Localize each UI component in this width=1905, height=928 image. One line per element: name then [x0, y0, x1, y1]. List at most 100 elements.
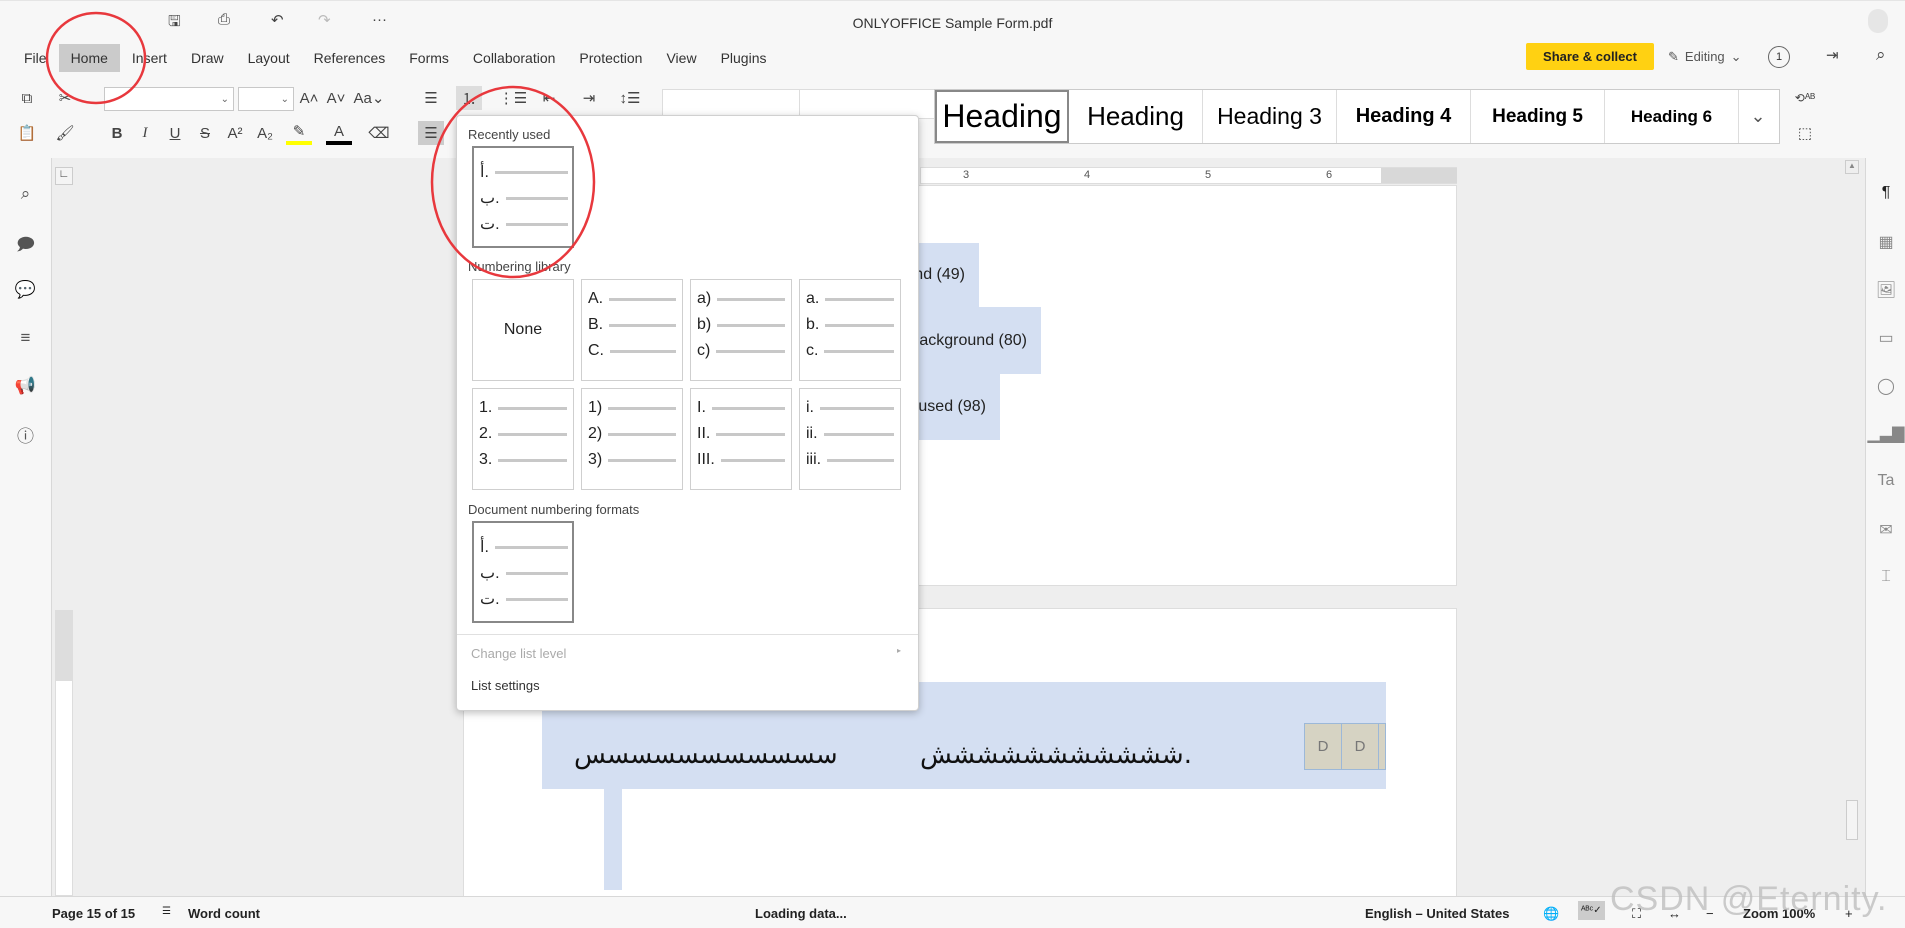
change-list-level-item[interactable]: Change list level	[471, 646, 566, 661]
open-location-icon[interactable]: ⇥	[1826, 46, 1839, 64]
field-cell: D	[1342, 724, 1379, 769]
scroll-up-icon[interactable]: ▲	[1845, 160, 1859, 174]
strikethrough-icon[interactable]: S	[192, 121, 218, 145]
tab-file[interactable]: File	[12, 44, 59, 72]
tab-forms[interactable]: Forms	[397, 44, 461, 72]
select-all-icon[interactable]: ⬚	[1792, 121, 1818, 145]
title-bar: ONLYOFFICE Sample Form.pdf 🖫 ⎙ ↶ ↷ ···	[0, 0, 1905, 44]
chart-settings-icon[interactable]: ▁▃▇	[1866, 424, 1905, 444]
number-label: ت.	[480, 216, 500, 233]
style-heading-2[interactable]: Heading	[1069, 90, 1203, 143]
number-label: 2.	[479, 425, 493, 442]
numbering-format[interactable]: A. B. C.	[581, 279, 683, 381]
feedback-icon[interactable]: 📢	[0, 376, 51, 396]
tab-view[interactable]: View	[654, 44, 708, 72]
recent-numbering-arabic[interactable]: أ. ب. ت.	[472, 146, 574, 248]
style-heading-4[interactable]: Heading 4	[1337, 90, 1471, 143]
clear-style-icon[interactable]: ⌫	[366, 121, 392, 145]
font-color-icon[interactable]: A	[326, 121, 352, 145]
tab-collaboration[interactable]: Collaboration	[461, 44, 568, 72]
navigation-icon[interactable]: ≡	[0, 328, 51, 348]
numbering-icon[interactable]: ⒈	[456, 86, 482, 110]
share-collect-button[interactable]: Share & collect	[1526, 43, 1654, 70]
textart-settings-icon[interactable]: Ta	[1866, 472, 1905, 490]
style-gallery-expand-icon[interactable]: ⌄	[1739, 90, 1777, 143]
paragraph-settings-icon[interactable]: ¶	[1866, 184, 1905, 202]
increase-font-icon[interactable]: A˄	[296, 86, 322, 110]
form-field[interactable]: D D	[1304, 723, 1386, 770]
field-cell: D	[1305, 724, 1342, 769]
comments-icon[interactable]: 🗩	[0, 232, 51, 261]
bullets-icon[interactable]: ☰	[418, 86, 444, 110]
word-count-button[interactable]: Word count	[188, 906, 260, 921]
style-heading-6[interactable]: Heading 6	[1605, 90, 1739, 143]
form-settings-icon[interactable]: ⌶	[1866, 568, 1905, 586]
multilevel-list-icon[interactable]: ⋮☰	[499, 86, 527, 110]
tab-layout[interactable]: Layout	[236, 44, 302, 72]
number-label: 3)	[588, 451, 603, 468]
numbering-format[interactable]: a) b) c)	[690, 279, 792, 381]
users-count[interactable]: 1	[1768, 46, 1790, 68]
numbering-format[interactable]: 1. 2. 3.	[472, 388, 574, 490]
align-left-icon[interactable]: ☰	[418, 121, 444, 145]
tab-plugins[interactable]: Plugins	[709, 44, 779, 72]
numbering-format[interactable]: I. II. III.	[690, 388, 792, 490]
user-avatar[interactable]	[1868, 9, 1888, 33]
style-heading-3[interactable]: Heading 3	[1203, 90, 1337, 143]
increase-indent-icon[interactable]: ⇥	[576, 86, 602, 110]
globe-icon[interactable]: 🌐	[1543, 906, 1559, 922]
search-icon[interactable]: ⌕	[1876, 45, 1886, 65]
tab-draw[interactable]: Draw	[179, 44, 236, 72]
editing-mode-dropdown[interactable]: ✎ Editing ⌄	[1668, 49, 1742, 65]
about-icon[interactable]: ⓘ	[0, 422, 51, 447]
style-heading-1[interactable]: Heading	[935, 90, 1069, 143]
undo-icon[interactable]: ↶	[271, 11, 284, 29]
header-footer-icon[interactable]: ▭	[1866, 328, 1905, 348]
number-label: 1)	[588, 399, 603, 416]
superscript-icon[interactable]: A²	[222, 121, 248, 145]
replace-icon[interactable]: ⟲ᴬᴮ	[1792, 86, 1818, 110]
shape-settings-icon[interactable]: ◯	[1866, 376, 1905, 396]
numbering-format[interactable]: i. ii. iii.	[799, 388, 901, 490]
paste-icon[interactable]: 📋	[14, 121, 40, 145]
mail-merge-icon[interactable]: ✉	[1866, 520, 1905, 540]
font-name-combo[interactable]: ⌄	[104, 87, 234, 111]
numbering-format[interactable]: a. b. c.	[799, 279, 901, 381]
redo-icon[interactable]: ↷	[318, 11, 331, 29]
numbering-format[interactable]: 1) 2) 3)	[581, 388, 683, 490]
highlight-color-icon[interactable]: ✎	[286, 121, 312, 145]
table-settings-icon[interactable]: ▦	[1866, 232, 1905, 252]
font-size-combo[interactable]: ⌄	[238, 87, 294, 111]
tab-insert[interactable]: Insert	[120, 44, 179, 72]
copy-icon[interactable]: ⧉	[14, 86, 40, 110]
numbering-none[interactable]: None	[472, 279, 574, 381]
tab-references[interactable]: References	[302, 44, 398, 72]
more-icon[interactable]: ···	[372, 11, 387, 28]
page-indicator[interactable]: Page 15 of 15	[52, 906, 135, 921]
cut-icon[interactable]: ✂	[52, 86, 78, 110]
ruler-label: 3	[963, 169, 970, 181]
image-settings-icon[interactable]: 🖼	[1866, 280, 1905, 300]
change-case-icon[interactable]: Aa⌄	[352, 86, 386, 110]
decrease-indent-icon[interactable]: ⇤	[536, 86, 562, 110]
spellcheck-icon[interactable]: ᴬᴮᶜ✓	[1578, 901, 1605, 920]
style-heading-5[interactable]: Heading 5	[1471, 90, 1605, 143]
list-settings-item[interactable]: List settings	[471, 678, 540, 693]
tab-home[interactable]: Home	[58, 44, 120, 72]
tab-protection[interactable]: Protection	[567, 44, 654, 72]
italic-icon[interactable]: I	[132, 121, 158, 145]
vertical-scrollbar-thumb[interactable]	[1846, 800, 1858, 840]
bold-icon[interactable]: B	[104, 121, 130, 145]
document-numbering-arabic[interactable]: أ. ب. ت.	[472, 521, 574, 623]
format-painter-icon[interactable]: 🖌	[52, 121, 78, 145]
tab-stop-selector[interactable]: ∟	[55, 167, 73, 185]
chat-icon[interactable]: 💬	[0, 280, 51, 300]
decrease-font-icon[interactable]: A˅	[323, 86, 349, 110]
subscript-icon[interactable]: A₂	[252, 121, 278, 145]
search-icon[interactable]: ⌕	[0, 184, 51, 204]
language-selector[interactable]: English – United States	[1365, 906, 1509, 921]
line-spacing-icon[interactable]: ↕☰	[612, 86, 648, 110]
save-icon[interactable]: 🖫	[168, 11, 181, 36]
print-icon[interactable]: ⎙	[218, 11, 230, 28]
underline-icon[interactable]: U	[162, 121, 188, 145]
